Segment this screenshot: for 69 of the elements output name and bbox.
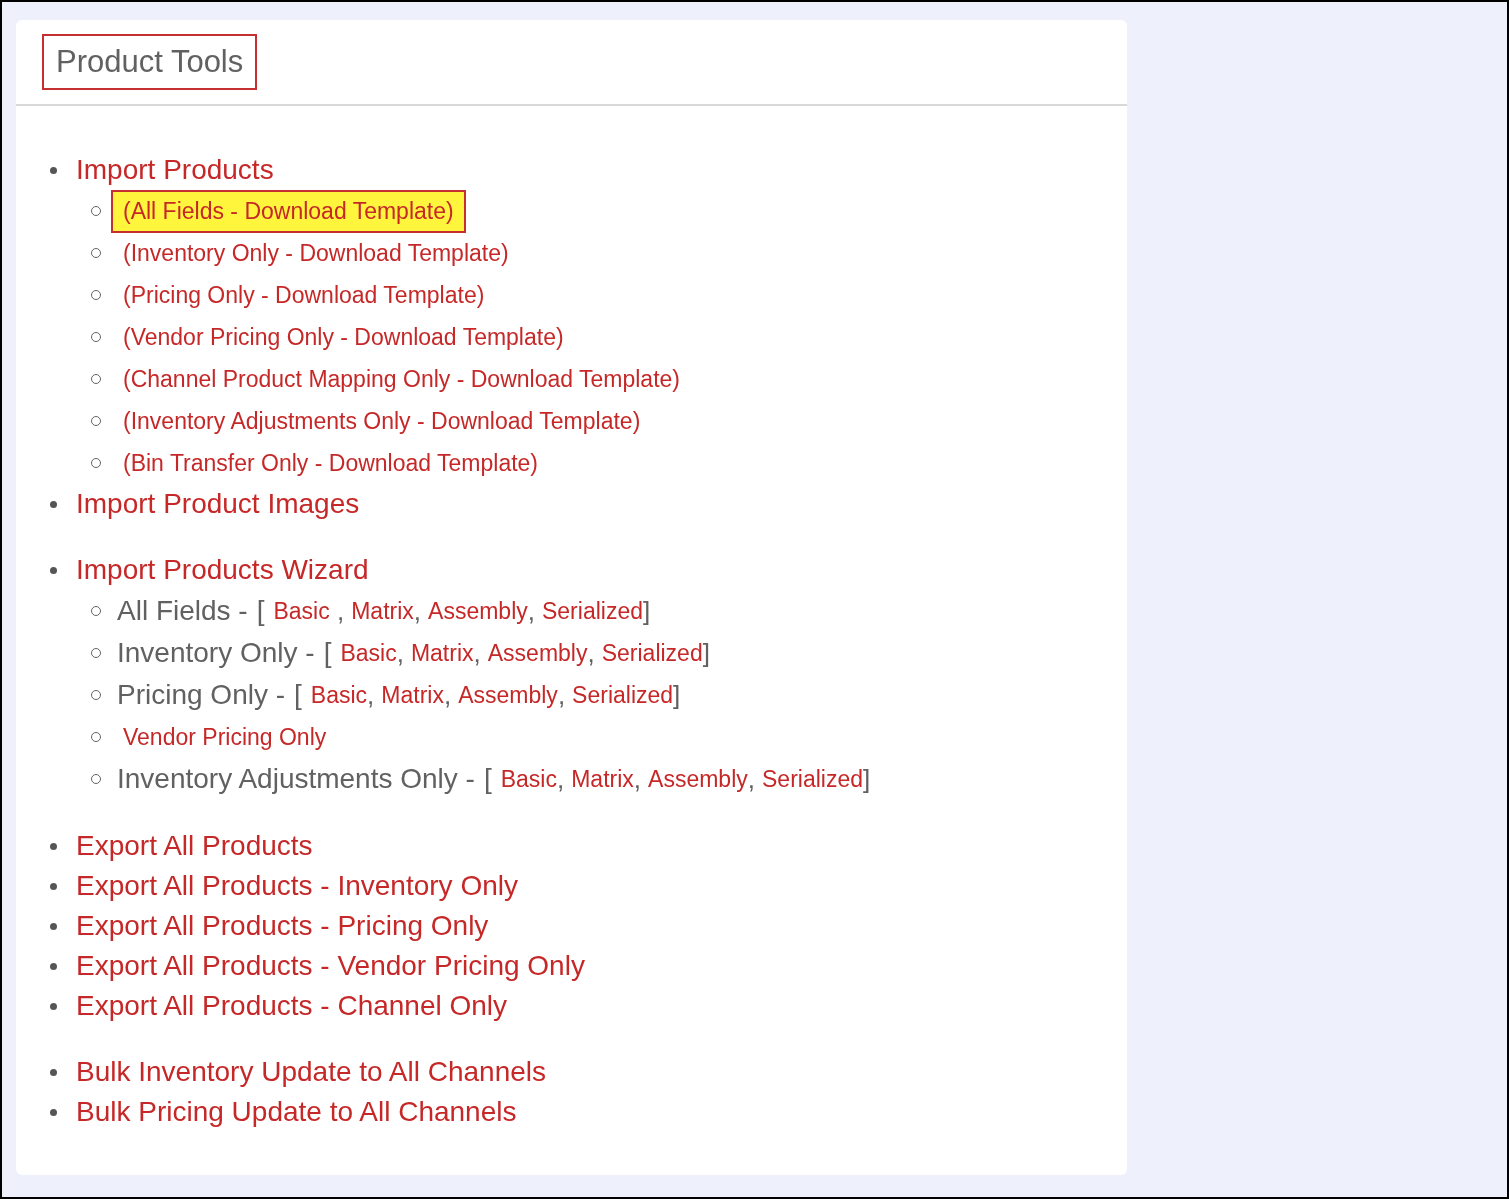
option-label: Pricing Only - [117,679,286,711]
bullet-icon [50,962,57,970]
separator-text: , [473,637,481,669]
link[interactable]: Bulk Inventory Update to All Channels [76,1056,547,1088]
link[interactable]: Basic [340,639,397,667]
bullet-icon [50,1108,57,1116]
separator-text: ] [673,679,681,711]
link[interactable]: Matrix [410,639,474,667]
link[interactable]: Basic [273,597,330,625]
link[interactable]: Import Products [76,154,274,186]
link[interactable]: (Pricing Only - Download Template) [111,273,497,317]
bracket-text: [ [294,679,302,711]
panel-title: Product Tools [42,34,258,90]
bullet-icon [50,1068,57,1076]
separator-text: , [413,595,422,627]
separator-text: , [527,595,535,627]
link[interactable]: Basic [310,681,368,709]
separator-text: ] [863,763,871,795]
bullet-icon [50,500,57,508]
bullet-icon [50,566,57,574]
link[interactable]: Serialized [542,597,643,625]
link[interactable]: Assembly [648,765,748,793]
link[interactable]: Serialized [601,639,703,667]
link[interactable]: Import Products Wizard [76,554,369,586]
separator-text: ] [643,595,651,627]
link[interactable]: Matrix [351,597,414,625]
link[interactable]: (Bin Transfer Only - Download Template) [111,441,551,485]
link[interactable]: Vendor Pricing Only [111,715,339,759]
bullet-icon [50,166,57,174]
link[interactable]: (Inventory Only - Download Template) [111,231,521,275]
option-label: Inventory Only - [117,637,315,669]
bracket-text: [ [483,763,492,795]
option-label: All Fields - [117,595,248,627]
separator-text: , [556,763,565,795]
link[interactable]: Serialized [572,681,674,709]
link[interactable]: (Channel Product Mapping Only - Download Template) [111,357,692,401]
separator-text: , [335,595,345,627]
link[interactable]: Bulk Pricing Update to All Channels [76,1096,517,1128]
bullet-icon [50,1002,57,1010]
link[interactable]: Export All Products - Pricing Only [76,910,489,942]
separator-text: , [443,679,452,711]
link[interactable]: (Vendor Pricing Only - Download Template) [111,315,576,359]
link[interactable]: Assembly [458,681,558,709]
bracket-text: [ [323,637,332,669]
separator-text: , [557,679,566,711]
link[interactable]: Export All Products [76,830,313,862]
link[interactable]: (Inventory Adjustments Only - Download Template) [111,399,653,443]
link[interactable]: Basic [500,765,557,793]
separator-text: , [367,679,375,711]
link[interactable]: Serialized [762,765,863,793]
bracket-text: [ [256,595,265,627]
link[interactable]: (All Fields - Download Template) [111,189,466,233]
link[interactable]: Matrix [381,681,444,709]
option-label: Inventory Adjustments Only - [117,763,475,795]
separator-text: , [396,637,404,669]
separator-text: ] [702,637,710,669]
separator-text: , [747,763,755,795]
link[interactable]: Export All Products - Channel Only [76,990,508,1022]
link[interactable]: Assembly [487,639,588,667]
link[interactable]: Assembly [428,597,528,625]
bullet-icon [50,842,57,850]
separator-text: , [587,637,595,669]
link[interactable]: Export All Products - Inventory Only [76,870,518,902]
bullet-icon [50,882,57,890]
link[interactable]: Export All Products - Vendor Pricing Only [76,950,585,982]
link[interactable]: Matrix [571,765,634,793]
link[interactable]: Import Product Images [76,488,360,520]
separator-text: , [633,763,642,795]
bullet-icon [50,922,57,930]
